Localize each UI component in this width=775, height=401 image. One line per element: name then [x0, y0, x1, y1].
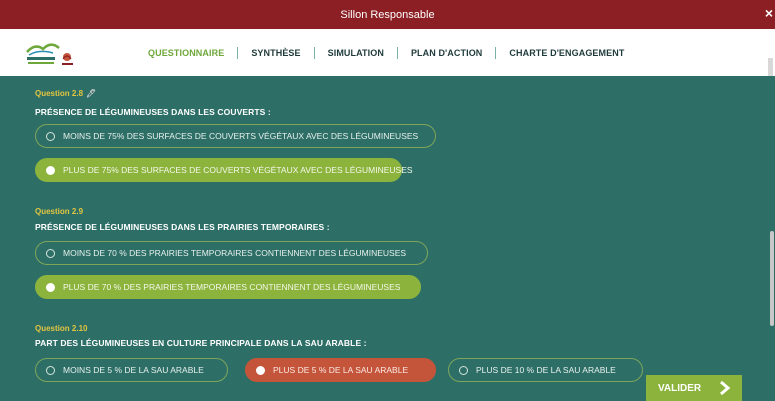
window-titlebar: Sillon Responsable ×	[0, 0, 775, 29]
radio-button-icon	[46, 248, 55, 258]
answer-option-label: PLUS DE 75% DES SURFACES DE COUVERTS VÉG…	[63, 165, 413, 175]
pin-icon[interactable]: 🖊	[86, 89, 96, 98]
answer-option-label: MOINS DE 75% DES SURFACES DE COUVERTS VÉ…	[63, 131, 419, 141]
nav-divider	[495, 46, 497, 59]
question-number: Question 2.10	[35, 324, 88, 333]
nav-tab-plan-action[interactable]: PLAN D'ACTION	[411, 48, 482, 58]
nav-divider	[237, 46, 239, 59]
nav-tab-simulation[interactable]: SIMULATION	[328, 48, 384, 58]
nav-tab-synthese[interactable]: SYNTHÈSE	[251, 48, 300, 58]
question-number: Question 2.9	[35, 207, 84, 216]
radio-button-icon	[256, 365, 265, 375]
scrollbar-thumb[interactable]	[770, 231, 774, 326]
answer-option-label: MOINS DE 5 % DE LA SAU ARABLE	[63, 365, 204, 375]
radio-button-icon	[459, 365, 468, 375]
window-title: Sillon Responsable	[340, 8, 435, 21]
chevron-right-icon	[720, 380, 731, 396]
nav-tab-charte-engagement[interactable]: CHARTE D'ENGAGEMENT	[509, 48, 624, 58]
radio-button-icon	[46, 365, 55, 375]
question-number: Question 2.8 🖊	[35, 89, 97, 98]
radio-button-icon	[46, 131, 55, 141]
close-icon[interactable]: ×	[765, 6, 773, 20]
answer-option[interactable]: PLUS DE 10 % DE LA SAU ARABLE	[448, 358, 643, 382]
nav-tab-questionnaire[interactable]: QUESTIONNAIRE	[148, 48, 224, 58]
answer-option-label: PLUS DE 10 % DE LA SAU ARABLE	[476, 365, 616, 375]
answer-option[interactable]: MOINS DE 70 % DES PRAIRIES TEMPORAIRES C…	[35, 241, 428, 265]
question-title: PRÉSENCE DE LÉGUMINEUSES DANS LES COUVER…	[35, 107, 271, 117]
validate-button[interactable]: VALIDER	[646, 375, 742, 401]
answer-option[interactable]: MOINS DE 75% DES SURFACES DE COUVERTS VÉ…	[35, 124, 436, 148]
answer-option[interactable]: MOINS DE 5 % DE LA SAU ARABLE	[35, 358, 228, 382]
nav-divider	[313, 46, 315, 59]
sillon-responsable-logo	[26, 43, 73, 65]
questionnaire-panel: Question 2.8 🖊 PRÉSENCE DE LÉGUMINEUSES D…	[0, 76, 775, 401]
answer-option-selected[interactable]: PLUS DE 75% DES SURFACES DE COUVERTS VÉG…	[35, 158, 413, 182]
question-title: PART DES LÉGUMINEUSES EN CULTURE PRINCIP…	[35, 338, 367, 348]
answer-option-selected[interactable]: PLUS DE 70 % DES PRAIRIES TEMPORAIRES CO…	[35, 275, 421, 299]
answer-option-selected[interactable]: PLUS DE 5 % DE LA SAU ARABLE	[245, 358, 436, 382]
validate-button-label: VALIDER	[658, 382, 702, 394]
radio-button-icon	[46, 282, 55, 292]
answer-option-label: MOINS DE 70 % DES PRAIRIES TEMPORAIRES C…	[63, 248, 407, 258]
radio-button-icon	[46, 165, 55, 175]
nav-divider	[396, 46, 398, 59]
answer-option-label: PLUS DE 5 % DE LA SAU ARABLE	[273, 365, 409, 375]
question-title: PRÉSENCE DE LÉGUMINEUSES DANS LES PRAIRI…	[35, 222, 330, 232]
answer-option-label: PLUS DE 70 % DES PRAIRIES TEMPORAIRES CO…	[63, 282, 401, 292]
top-navigation: QUESTIONNAIRE SYNTHÈSE SIMULATION PLAN D…	[0, 29, 775, 104]
